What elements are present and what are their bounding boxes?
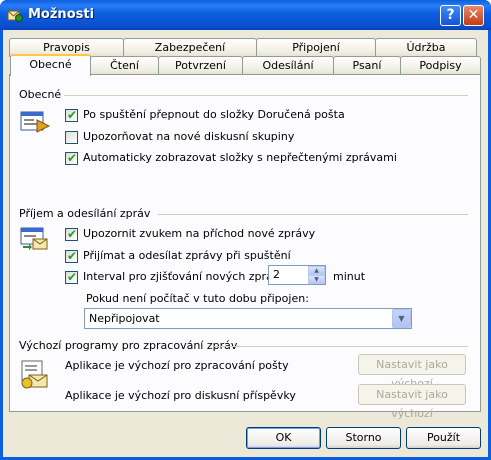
checkbox-check-interval[interactable]: ✔: [65, 270, 78, 284]
check-mark-icon: ✔: [67, 151, 78, 165]
tab-cteni[interactable]: Čtení: [90, 56, 159, 75]
title-bar[interactable]: Možnosti ? ✕: [0, 0, 491, 30]
window-title: Možnosti: [28, 7, 95, 22]
group-send-receive-label: Příjem a odesílání zpráv: [19, 207, 151, 220]
tab-zabezpeceni[interactable]: Zabezpečení: [123, 38, 257, 57]
offline-action-select[interactable]: Nepřipojovat: [84, 308, 412, 329]
tab-potvrzeni[interactable]: Potvrzení: [158, 56, 243, 75]
checkbox-notify-newsgroups[interactable]: [65, 131, 78, 144]
default-mail-text: Aplikace je výchozí pro zpracování pošty: [65, 359, 289, 372]
checkbox-send-receive-startup[interactable]: ✔: [65, 249, 78, 263]
tab-psani[interactable]: Psaní: [333, 56, 401, 75]
tab-obecne[interactable]: Obecné: [10, 54, 91, 76]
checkbox-open-inbox[interactable]: ✔: [65, 108, 78, 122]
close-button[interactable]: ✕: [463, 5, 484, 26]
separator: [214, 346, 468, 347]
check-mark-icon: ✔: [67, 270, 78, 284]
spin-up-icon[interactable]: ▲: [308, 266, 325, 275]
interval-unit-label: minut: [333, 270, 366, 283]
tab-pripojeni[interactable]: Připojení: [256, 38, 376, 57]
default-news-text: Aplikace je výchozí pro diskusní příspěv…: [65, 389, 296, 402]
checkbox-sound-new-mail[interactable]: ✔: [65, 227, 78, 241]
apply-button[interactable]: Použít: [406, 427, 481, 449]
separator: [158, 214, 468, 215]
tab-odesilani[interactable]: Odesílání: [242, 56, 334, 75]
tab-udrzba[interactable]: Údržba: [375, 38, 477, 57]
separator: [64, 95, 468, 96]
label-sound-new-mail[interactable]: Upozornit zvukem na příchod nové zprávy: [83, 227, 315, 240]
general-options-icon: [20, 111, 51, 133]
default-programs-icon: [21, 360, 48, 389]
chevron-down-icon[interactable]: ▼: [392, 309, 411, 328]
interval-spinner[interactable]: ▲ ▼: [308, 266, 325, 284]
label-send-receive-startup[interactable]: Přijímat a odesílat zprávy při spuštění: [83, 249, 291, 262]
checkbox-show-unread-folders[interactable]: ✔: [65, 151, 78, 165]
set-default-mail-button[interactable]: Nastavit jako výchozí: [358, 354, 466, 390]
set-default-news-button[interactable]: Nastavit jako výchozí: [358, 384, 466, 420]
group-default-programs-label: Výchozí programy pro zpracování zpráv: [19, 339, 238, 352]
label-open-inbox[interactable]: Po spuštění přepnout do složky Doručená …: [83, 108, 345, 121]
check-mark-icon: ✔: [67, 108, 78, 122]
spin-down-icon[interactable]: ▼: [308, 275, 325, 284]
group-general-label: Obecné: [19, 88, 62, 101]
mail-app-icon: [7, 10, 23, 22]
cancel-button[interactable]: Storno: [326, 427, 401, 449]
check-mark-icon: ✔: [67, 227, 78, 241]
help-button[interactable]: ?: [440, 5, 461, 26]
label-notify-newsgroups[interactable]: Upozorňovat na nové diskusní skupiny: [83, 130, 294, 143]
offline-label: Pokud není počítač v tuto dobu připojen:: [86, 292, 309, 305]
label-check-interval[interactable]: Interval pro zjišťování nových zpráv:: [83, 270, 282, 283]
ok-button[interactable]: OK: [246, 427, 321, 449]
tab-podpisy[interactable]: Podpisy: [400, 56, 481, 75]
label-show-unread-folders[interactable]: Automaticky zobrazovat složky s nepřečte…: [83, 151, 397, 164]
check-mark-icon: ✔: [67, 249, 78, 263]
send-receive-icon: [20, 227, 48, 250]
